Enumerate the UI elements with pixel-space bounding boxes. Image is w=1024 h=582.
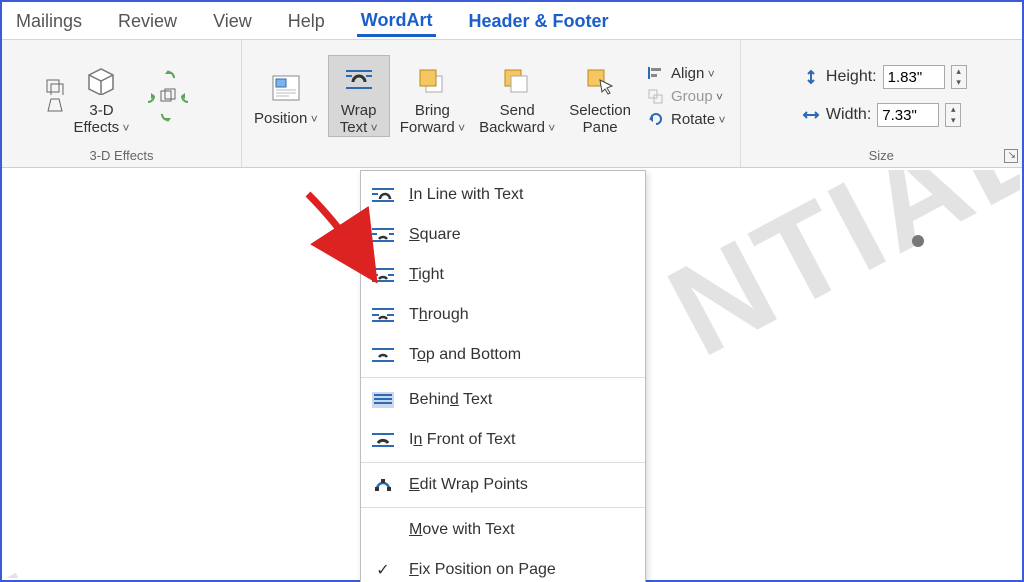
height-label: Height: [826, 68, 877, 86]
perspective-icon[interactable] [46, 97, 64, 113]
menu-movewith[interactable]: Move with Text [361, 510, 645, 550]
menu-tight[interactable]: Tight [361, 255, 645, 295]
send-backward-label: Send Backward [479, 102, 555, 137]
menu-editpoints[interactable]: Edit Wrap Points [361, 465, 645, 505]
height-icon [802, 69, 820, 85]
tilt-right-icon[interactable] [179, 88, 197, 104]
wrap-text-menu: In Line with Text Square Tight Through T… [360, 170, 646, 582]
group-icon [647, 88, 665, 104]
menu-square-label: Square [409, 226, 461, 244]
ribbon: 3-D Effects 3-D Effects [2, 40, 1022, 168]
menu-inline-label: In Line with Text [409, 186, 523, 204]
tab-view[interactable]: View [209, 5, 256, 36]
width-spinner[interactable]: ▴▾ [945, 103, 961, 127]
shadow-toggle-icon[interactable] [46, 79, 64, 95]
wrap-text-button[interactable]: Wrap Text [328, 55, 390, 138]
cube-icon [85, 65, 119, 95]
selection-pane-label: Selection Pane [569, 102, 631, 137]
menu-separator-3 [361, 507, 645, 508]
menu-movewith-label: Move with Text [409, 521, 515, 539]
tilt-down-icon[interactable] [159, 106, 177, 122]
bring-forward-icon [415, 65, 449, 95]
square-icon [370, 225, 396, 245]
through-icon [370, 305, 396, 325]
height-spinner[interactable]: ▴▾ [951, 65, 967, 89]
width-label: Width: [826, 106, 871, 124]
align-button[interactable]: Align [643, 63, 730, 84]
menu-infront-label: In Front of Text [409, 431, 515, 449]
send-backward-button[interactable]: Send Backward [475, 56, 559, 137]
menu-separator-2 [361, 462, 645, 463]
width-icon [802, 107, 820, 123]
3d-effects-label: 3-D Effects [74, 102, 130, 137]
menu-editpoints-label: Edit Wrap Points [409, 476, 528, 494]
menu-separator [361, 377, 645, 378]
selection-pane-button[interactable]: Selection Pane [565, 56, 635, 137]
inline-icon [370, 185, 396, 205]
position-icon [269, 73, 303, 103]
tilt-up-icon[interactable] [159, 70, 177, 86]
send-backward-icon [500, 65, 534, 95]
group-label-3d: 3-D Effects [89, 148, 153, 165]
group-label-size: Size [869, 148, 894, 165]
depth-icon[interactable] [159, 88, 177, 104]
menu-square[interactable]: Square [361, 215, 645, 255]
align-icon [647, 65, 665, 81]
topbottom-icon [370, 345, 396, 365]
infront-icon [370, 430, 396, 450]
height-input[interactable] [883, 65, 945, 89]
position-label: Position [254, 110, 318, 127]
bring-forward-button[interactable]: Bring Forward [396, 56, 469, 137]
menu-fixpos[interactable]: ✓ Fix Position on Page [361, 550, 645, 582]
menu-topbottom[interactable]: Top and Bottom [361, 335, 645, 375]
rotate-icon [647, 111, 665, 127]
wrap-text-icon [342, 65, 376, 95]
rotate-label: Rotate [671, 111, 726, 128]
wrap-text-label: Wrap Text [340, 102, 378, 137]
tilt-left-icon[interactable] [139, 88, 157, 104]
menu-fixpos-label: Fix Position on Page [409, 561, 556, 579]
editpoints-icon [370, 475, 396, 495]
tab-help[interactable]: Help [284, 5, 329, 36]
3d-effects-button[interactable]: 3-D Effects [70, 56, 134, 137]
menu-infront[interactable]: In Front of Text [361, 420, 645, 460]
behind-icon [370, 390, 396, 410]
selection-handle[interactable] [912, 235, 924, 247]
tab-wordart[interactable]: WordArt [357, 4, 437, 37]
menu-topbottom-label: Top and Bottom [409, 346, 521, 364]
group-arrange: Position Wrap Text [242, 40, 741, 167]
group-label-arrange [489, 148, 493, 165]
app-window: Mailings Review View Help WordArt Header… [0, 0, 1024, 582]
menu-tight-label: Tight [409, 266, 444, 284]
menu-behind-label: Behind Text [409, 391, 492, 409]
menu-through-label: Through [409, 306, 469, 324]
watermark-text: NTIAL [646, 170, 1020, 386]
width-input[interactable] [877, 103, 939, 127]
tab-header-footer[interactable]: Header & Footer [464, 5, 612, 36]
tab-review[interactable]: Review [114, 5, 181, 36]
tab-mailings[interactable]: Mailings [12, 5, 86, 36]
menu-behind[interactable]: Behind Text [361, 380, 645, 420]
position-button[interactable]: Position [250, 64, 322, 127]
group-label: Group [671, 88, 723, 105]
bring-forward-label: Bring Forward [400, 102, 465, 137]
ribbon-tabs: Mailings Review View Help WordArt Header… [2, 2, 1022, 40]
menu-inline[interactable]: In Line with Text [361, 175, 645, 215]
group-size: Height: ▴▾ Width: ▴▾ Size ↘ [741, 40, 1022, 167]
size-dialog-launcher[interactable]: ↘ [1004, 149, 1018, 163]
watermark-text-2: E [4, 475, 45, 578]
rotate-button[interactable]: Rotate [643, 109, 730, 130]
tight-icon [370, 265, 396, 285]
align-label: Align [671, 65, 715, 82]
group-button: Group [643, 86, 730, 107]
menu-through[interactable]: Through [361, 295, 645, 335]
check-icon: ✓ [369, 560, 397, 580]
selection-pane-icon [583, 65, 617, 95]
group-3d-effects: 3-D Effects 3-D Effects [2, 40, 242, 167]
